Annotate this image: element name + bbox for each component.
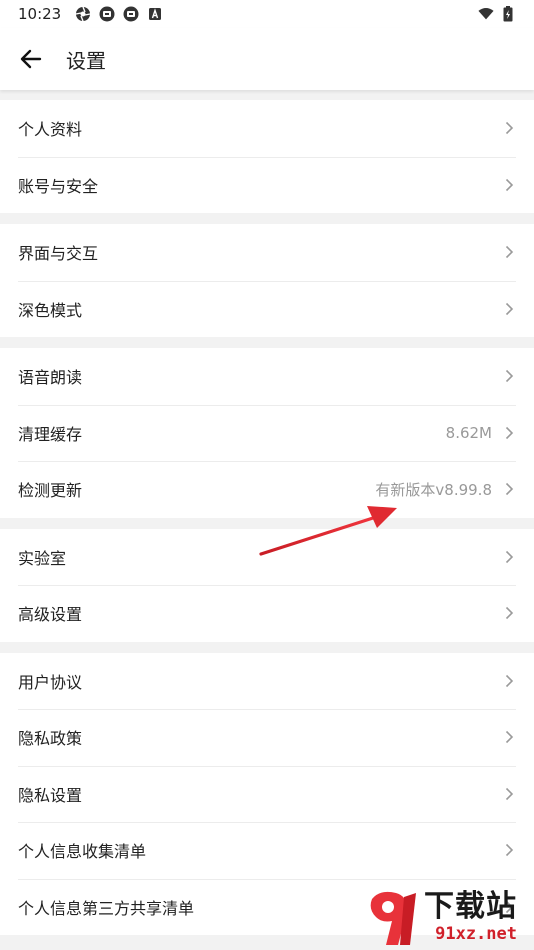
app-badge-icon — [123, 6, 139, 22]
chevron-right-icon — [502, 605, 516, 621]
settings-group-display: 界面与交互 深色模式 — [0, 224, 534, 337]
chevron-right-icon — [502, 786, 516, 802]
settings-item-user-agreement[interactable]: 用户协议 — [0, 653, 534, 710]
settings-item-interface[interactable]: 界面与交互 — [0, 224, 534, 281]
settings-item-label: 隐私政策 — [18, 729, 83, 749]
page-title: 设置 — [66, 48, 106, 73]
watermark-text: 下载站 91xz.net — [424, 889, 517, 945]
status-time: 10:23 — [18, 5, 62, 23]
settings-item-account-security[interactable]: 账号与安全 — [0, 156, 534, 214]
watermark: 下载站 91xz.net — [362, 886, 534, 948]
settings-item-label: 个人信息收集清单 — [18, 842, 147, 862]
chevron-right-icon — [502, 368, 516, 384]
annotation-arrow-icon — [255, 498, 405, 566]
settings-item-label: 个人资料 — [18, 120, 83, 140]
chevron-right-icon — [502, 842, 516, 858]
settings-item-info-collection-list[interactable]: 个人信息收集清单 — [0, 822, 534, 879]
settings-item-voice-reading[interactable]: 语音朗读 — [0, 348, 534, 405]
settings-item-clear-cache[interactable]: 清理缓存 8.62M — [0, 404, 534, 462]
status-bar: 10:23 — [0, 0, 534, 28]
chevron-right-icon — [502, 177, 516, 193]
settings-item-label: 深色模式 — [18, 300, 83, 320]
settings-item-privacy-policy[interactable]: 隐私政策 — [0, 709, 534, 766]
settings-item-dark-mode[interactable]: 深色模式 — [0, 280, 534, 338]
chevron-right-icon — [502, 301, 516, 317]
chevron-right-icon — [502, 549, 516, 565]
status-system-icons — [478, 6, 516, 22]
settings-item-label: 高级设置 — [18, 605, 83, 625]
app-bar: 设置 — [0, 28, 534, 90]
cache-size-value: 8.62M — [445, 423, 492, 442]
chevron-right-icon — [502, 244, 516, 260]
watermark-title: 下载站 — [424, 889, 517, 924]
settings-item-label: 清理缓存 — [18, 424, 83, 444]
settings-item-privacy-settings[interactable]: 隐私设置 — [0, 765, 534, 823]
settings-item-label: 账号与安全 — [18, 176, 99, 196]
status-notification-icons — [75, 6, 163, 22]
chevron-right-icon — [502, 729, 516, 745]
settings-item-label: 用户协议 — [18, 672, 83, 692]
site-logo-icon — [362, 887, 422, 947]
settings-item-label: 语音朗读 — [18, 368, 83, 388]
settings-item-profile[interactable]: 个人资料 — [0, 100, 534, 157]
settings-item-label: 隐私设置 — [18, 785, 83, 805]
settings-item-advanced[interactable]: 高级设置 — [0, 585, 534, 642]
settings-group-system: 语音朗读 清理缓存 8.62M 检测更新 有新版本v8.99.8 — [0, 348, 534, 518]
chevron-right-icon — [502, 481, 516, 497]
aperture-icon — [75, 6, 91, 22]
watermark-url: 91xz.net — [435, 924, 517, 944]
settings-item-label: 界面与交互 — [18, 244, 99, 264]
chevron-right-icon — [502, 120, 516, 136]
chevron-right-icon — [502, 425, 516, 441]
letter-a-icon — [147, 6, 163, 22]
chevron-right-icon — [502, 673, 516, 689]
wifi-icon — [478, 6, 494, 22]
battery-icon — [500, 6, 516, 22]
settings-group-account: 个人资料 账号与安全 — [0, 100, 534, 213]
arrow-left-icon[interactable] — [0, 28, 62, 90]
update-version-value: 有新版本v8.99.8 — [375, 480, 492, 499]
app-badge-icon — [99, 6, 115, 22]
